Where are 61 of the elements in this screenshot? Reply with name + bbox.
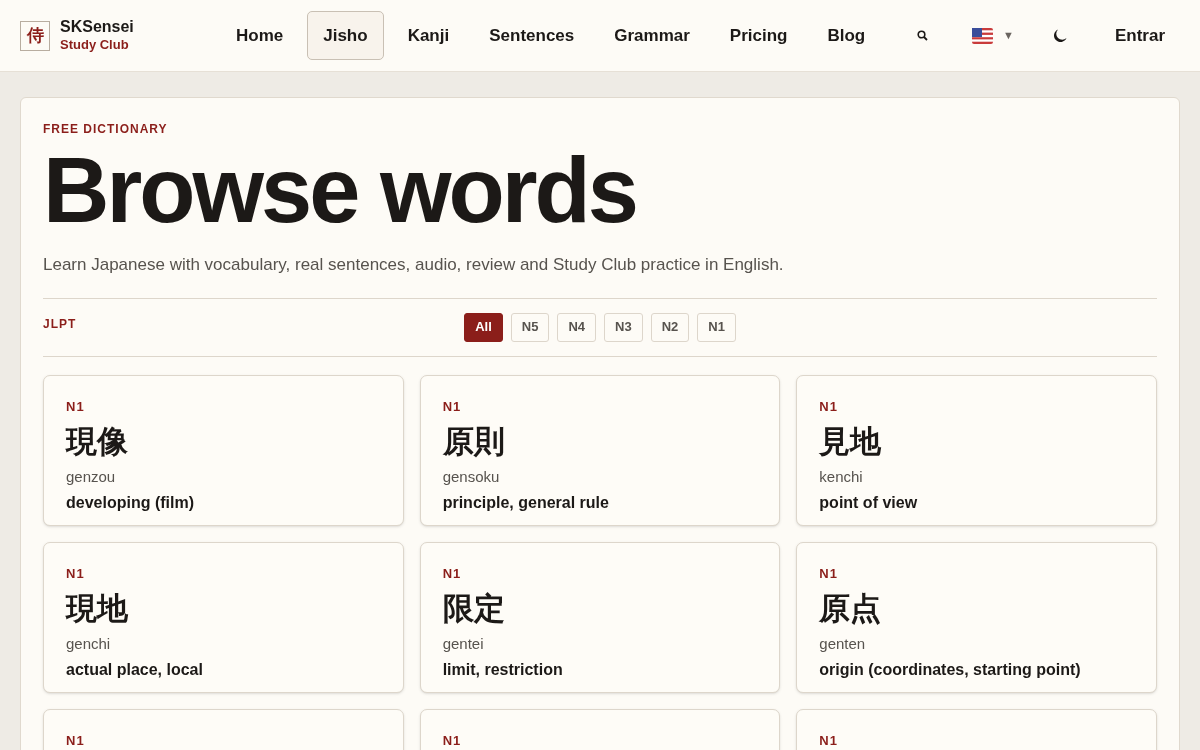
japanese-word: 限定 (442, 593, 506, 624)
jlpt-level: N1 (819, 397, 839, 416)
nav-tab[interactable]: Grammar (598, 10, 706, 61)
word-card[interactable]: N1 原則 gensoku principle, general rule (419, 374, 781, 526)
nav-tab[interactable]: Jisho (307, 10, 384, 61)
japanese-word: 原点 (819, 593, 883, 624)
jlpt-filter-button[interactable]: All (464, 312, 503, 342)
word-meaning: origin (coordinates, starting point) (819, 659, 1082, 680)
word-reading: genchi (66, 634, 112, 654)
nav-tab[interactable]: Kanji (391, 10, 466, 61)
japanese-word: 原則 (442, 426, 506, 457)
filter-label: JLPT (43, 315, 77, 333)
japanese-word: 見地 (819, 426, 883, 457)
brand-name: SKSensei (60, 17, 134, 38)
word-meaning: developing (film) (66, 492, 195, 513)
japanese-word: 現地 (66, 593, 129, 624)
word-card[interactable]: N1 見地 kenchi point of view (796, 374, 1157, 526)
jlpt-level: N1 (442, 731, 463, 750)
word-card[interactable]: N1 (43, 708, 404, 750)
page-subtitle: Learn Japanese with vocabulary, real sentences, audio, review and Study Club practice in English. (43, 254, 785, 276)
word-reading: gensoku (442, 467, 501, 487)
japanese-word: 現像 (66, 426, 129, 457)
word-meaning: actual place, local (66, 659, 204, 680)
word-card[interactable]: N1 限定 gentei limit, restriction (419, 541, 781, 693)
nav-tab[interactable]: Home (220, 10, 300, 61)
word-reading: gentei (442, 634, 485, 654)
nav-tab[interactable]: Sentences (473, 10, 591, 61)
section-eyebrow: FREE DICTIONARY (43, 121, 169, 138)
word-card[interactable]: N1 原点 genten origin (coordinates, starting point) (796, 541, 1157, 693)
word-meaning: principle, general rule (442, 492, 610, 513)
word-card[interactable]: N1 現地 genchi actual place, local (43, 541, 404, 693)
jlpt-level: N1 (66, 564, 86, 583)
word-reading: genzou (66, 467, 117, 487)
jlpt-filter-button[interactable]: N5 (510, 312, 550, 342)
jlpt-filter-button[interactable]: N1 (697, 312, 736, 342)
jlpt-filter-button[interactable]: N2 (650, 312, 690, 342)
nav-tab[interactable]: Blog (811, 10, 882, 61)
moon-icon[interactable] (1051, 27, 1068, 44)
logo-badge[interactable]: 侍 (20, 20, 50, 51)
jlpt-filter-button[interactable]: N3 (604, 312, 643, 342)
word-meaning: limit, restriction (442, 659, 564, 680)
word-card[interactable]: N1 (419, 708, 781, 750)
login-link[interactable]: Entrar (1114, 22, 1165, 49)
word-reading: kenchi (819, 467, 864, 487)
jlpt-level: N1 (442, 564, 463, 583)
word-reading: genten (819, 634, 867, 654)
brand-tagline: Study Club (60, 37, 130, 54)
page-title: Browse words (43, 144, 637, 236)
search-icon[interactable] (917, 30, 929, 41)
jlpt-level: N1 (442, 397, 463, 416)
flag-icon[interactable] (972, 27, 994, 44)
jlpt-level: N1 (819, 564, 839, 583)
jlpt-filter-button[interactable]: N4 (557, 312, 596, 342)
word-card[interactable]: N1 現像 genzou developing (film) (43, 374, 404, 526)
jlpt-level: N1 (66, 397, 86, 416)
nav-tab[interactable]: Pricing (713, 10, 804, 61)
caret-icon[interactable]: ▼ (1003, 27, 1014, 44)
word-card[interactable]: N1 (796, 708, 1157, 750)
word-meaning: point of view (819, 492, 919, 513)
jlpt-level: N1 (819, 731, 839, 750)
jlpt-level: N1 (66, 731, 86, 750)
